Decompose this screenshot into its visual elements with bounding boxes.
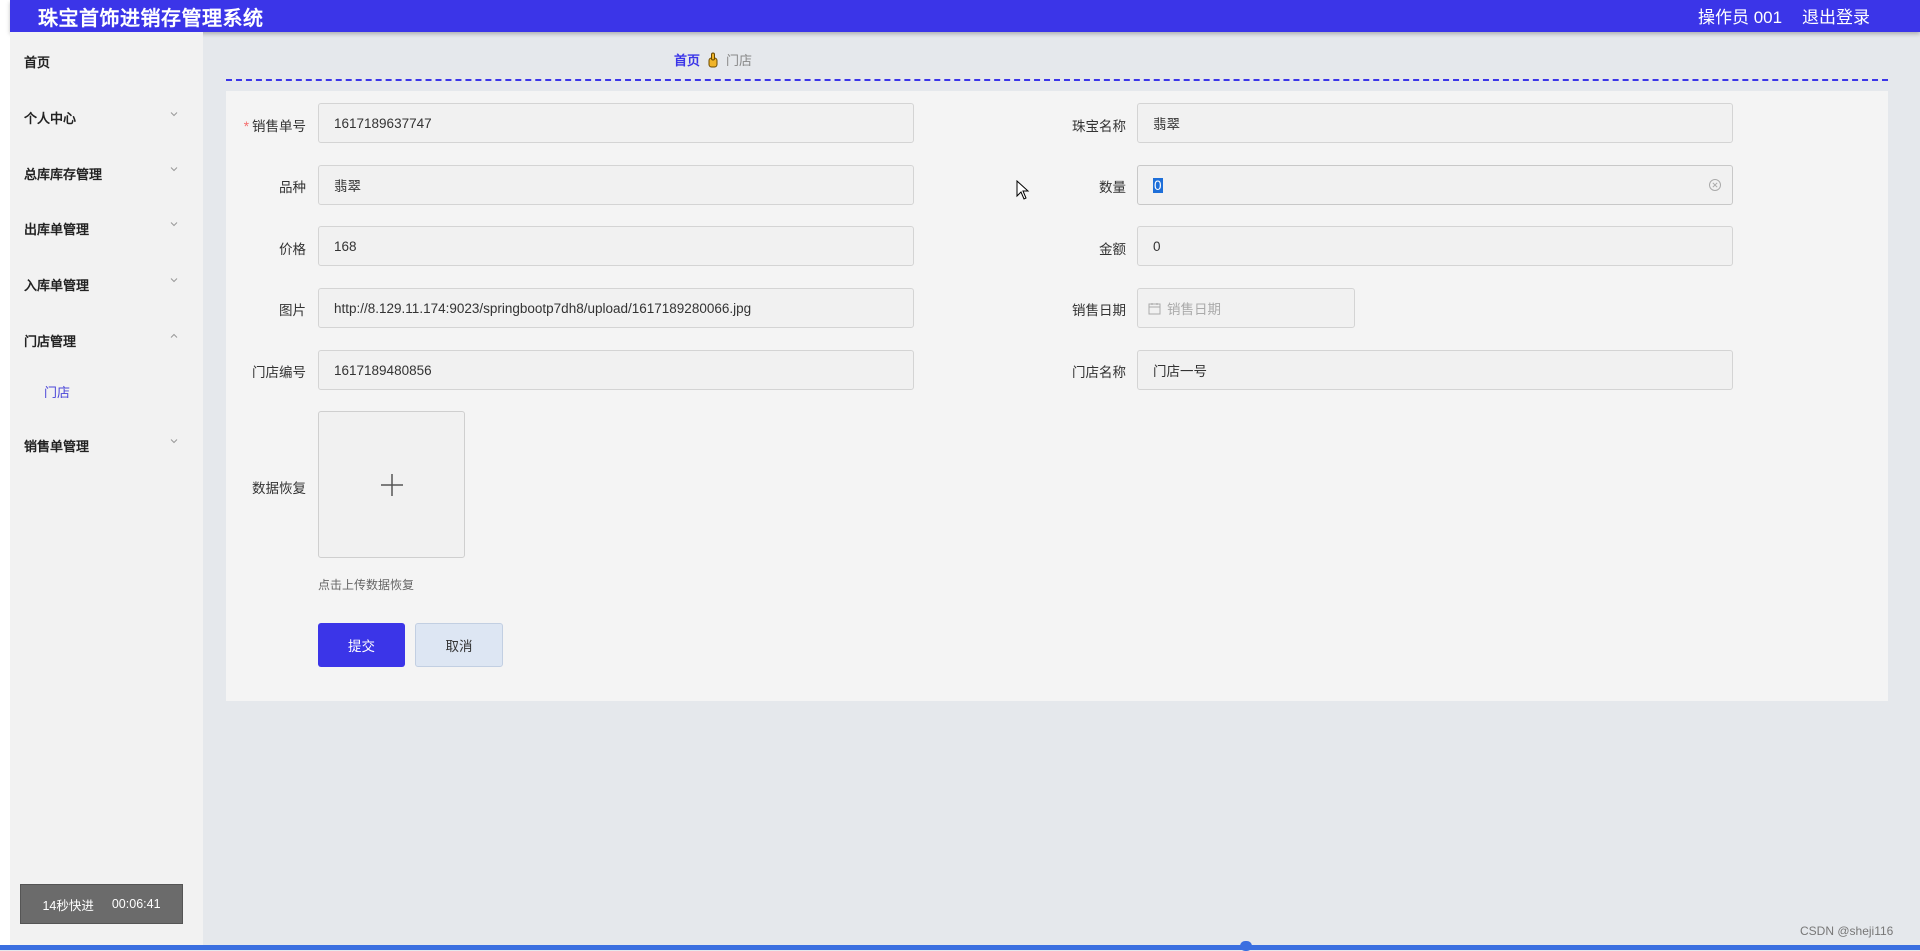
store-name-label: 门店名称	[1072, 365, 1126, 380]
store-name-input[interactable]: 门店一号	[1137, 350, 1733, 390]
cancel-button[interactable]: 取消	[415, 623, 503, 667]
chevron-up-icon	[170, 333, 178, 338]
chevron-down-icon	[170, 167, 178, 172]
variety-input[interactable]: 翡翠	[318, 165, 914, 205]
upload-hint: 点击上传数据恢复	[318, 578, 415, 592]
recorder-timer: 14秒快进 00:06:41	[20, 884, 183, 924]
operator-name: 操作员 001	[1698, 8, 1783, 27]
chevron-down-icon	[170, 278, 178, 283]
sidebar-item-home[interactable]: 首页	[24, 52, 50, 71]
sidebar-item-inventory[interactable]: 总库库存管理	[24, 164, 102, 183]
chevron-down-icon	[170, 112, 178, 117]
sidebar-item-sales[interactable]: 销售单管理	[24, 436, 89, 455]
top-header: 珠宝首饰进销存管理系统 操作员 001 退出登录	[10, 0, 1920, 32]
restore-label: 数据恢复	[252, 481, 306, 496]
image-label: 图片	[279, 303, 306, 318]
jewel-name-label: 珠宝名称	[1072, 119, 1126, 134]
recorder-mode: 14秒快进	[42, 898, 94, 913]
breadcrumb: 首页 门店	[674, 50, 752, 69]
submit-button[interactable]: 提交	[318, 623, 405, 667]
sale-date-picker[interactable]: 销售日期	[1137, 288, 1355, 328]
sale-date-label: 销售日期	[1072, 303, 1126, 318]
sidebar-subitem-store[interactable]: 门店	[44, 382, 70, 401]
breadcrumb-current: 门店	[726, 53, 753, 68]
mouse-cursor-icon	[1016, 180, 1030, 200]
price-input[interactable]: 168	[318, 226, 914, 266]
app-title: 珠宝首饰进销存管理系统	[38, 8, 264, 30]
price-label: 价格	[279, 242, 306, 257]
image-url-input[interactable]: http://8.129.11.174:9023/springbootp7dh8…	[318, 288, 914, 328]
recorder-time: 00:06:41	[111, 897, 161, 911]
breadcrumb-divider	[226, 79, 1888, 81]
sale-date-placeholder: 销售日期	[1167, 302, 1221, 317]
chevron-down-icon	[170, 222, 178, 227]
sidebar-item-store-management[interactable]: 门店管理	[24, 331, 76, 350]
window-left-edge	[0, 0, 10, 950]
watermark: CSDN @sheji116	[1800, 924, 1894, 938]
store-no-label: 门店编号	[252, 365, 306, 380]
sidebar-item-outbound[interactable]: 出库单管理	[24, 219, 89, 238]
sidebar: 首页 个人中心 总库库存管理 出库单管理 入库单管理 门店管理 门店 销售单管理	[10, 32, 203, 950]
plus-icon	[381, 474, 403, 496]
video-progress-bar[interactable]	[0, 945, 1920, 950]
sidebar-item-personal-center[interactable]: 个人中心	[24, 108, 76, 127]
logout-link[interactable]: 退出登录	[1802, 3, 1870, 28]
jewel-name-input[interactable]: 翡翠	[1137, 103, 1733, 143]
calendar-icon	[1148, 302, 1161, 314]
sale-no-label: * 销售单号	[243, 119, 306, 134]
store-no-input[interactable]: 1617189480856	[318, 350, 914, 390]
amount-label: 金额	[1099, 242, 1126, 257]
amount-input[interactable]: 0	[1137, 226, 1733, 266]
quantity-value: 0	[1153, 177, 1163, 193]
clear-icon[interactable]	[1708, 178, 1722, 192]
variety-label: 品种	[279, 180, 306, 195]
breadcrumb-home[interactable]: 首页	[674, 50, 700, 69]
chevron-down-icon	[170, 439, 178, 444]
quantity-input[interactable]: 0	[1137, 165, 1733, 205]
sidebar-item-inbound[interactable]: 入库单管理	[24, 275, 89, 294]
quantity-label: 数量	[1099, 180, 1126, 195]
sale-no-input[interactable]: 1617189637747	[318, 103, 914, 143]
restore-upload-box[interactable]	[318, 411, 465, 558]
hand-pointer-icon	[708, 52, 718, 67]
